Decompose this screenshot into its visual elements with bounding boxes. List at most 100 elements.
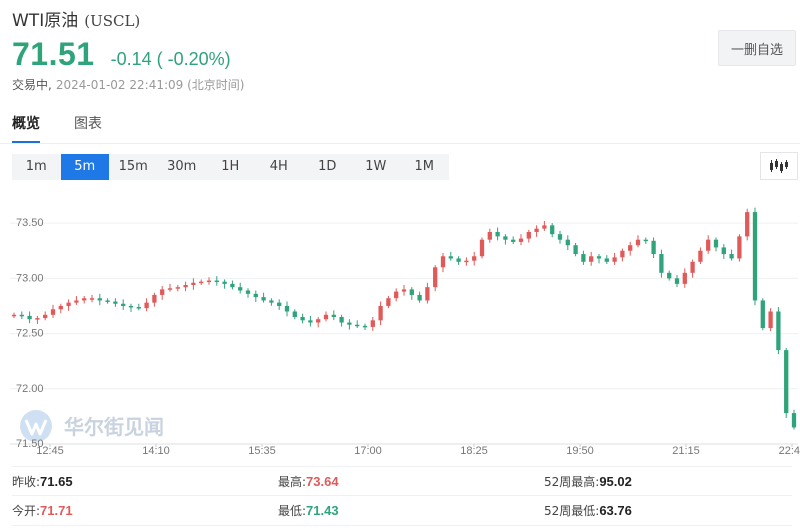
candle bbox=[308, 315, 313, 327]
y-tick-label: 73.00 bbox=[16, 272, 44, 284]
candle bbox=[97, 293, 102, 306]
candle bbox=[620, 248, 625, 262]
candle bbox=[362, 323, 368, 331]
candle bbox=[706, 235, 711, 254]
period-1d[interactable]: 1D bbox=[303, 154, 352, 180]
y-tick-label: 73.50 bbox=[16, 217, 44, 229]
candle bbox=[752, 207, 758, 306]
candle bbox=[277, 299, 282, 310]
candle bbox=[448, 251, 453, 261]
period-4h[interactable]: 4H bbox=[255, 154, 304, 180]
view-tabs: 概览 图表 bbox=[12, 114, 136, 144]
period-5m[interactable]: 5m bbox=[60, 154, 109, 180]
candle bbox=[713, 237, 719, 252]
period-15m[interactable]: 15m bbox=[109, 154, 158, 180]
x-tick-label: 18:25 bbox=[460, 445, 488, 457]
candle bbox=[238, 282, 243, 294]
candle bbox=[682, 268, 687, 288]
remove-favorite-button[interactable]: 一删自选 bbox=[718, 30, 796, 66]
candle bbox=[144, 298, 149, 312]
candle bbox=[674, 275, 680, 287]
candle bbox=[440, 252, 446, 273]
stat-prev-close: 昨收:71.65 bbox=[12, 473, 73, 489]
candle bbox=[113, 298, 118, 307]
candle bbox=[394, 288, 399, 302]
candle bbox=[729, 249, 734, 261]
x-tick-label: 17:00 bbox=[354, 445, 382, 457]
candle bbox=[409, 287, 414, 300]
candle bbox=[604, 255, 609, 264]
period-1w[interactable]: 1W bbox=[352, 154, 401, 180]
candle bbox=[331, 310, 336, 321]
y-tick-label: 72.50 bbox=[16, 328, 44, 340]
instrument-name: WTI原油 bbox=[12, 11, 79, 31]
candle bbox=[573, 243, 578, 257]
tab-overview[interactable]: 概览 bbox=[12, 114, 40, 144]
candle bbox=[425, 282, 430, 304]
period-1m[interactable]: 1m bbox=[12, 154, 61, 180]
candle bbox=[245, 288, 251, 298]
stat-low: 最低:71.43 bbox=[278, 503, 339, 518]
tab-chart[interactable]: 图表 bbox=[74, 114, 102, 144]
trading-status: 交易中, 2024-01-02 22:41:09 (北京时间) bbox=[12, 76, 244, 93]
candle bbox=[464, 257, 469, 266]
candle bbox=[589, 251, 594, 266]
candlestick-icon bbox=[770, 159, 788, 173]
candle bbox=[253, 290, 258, 302]
candle bbox=[292, 309, 297, 320]
candle bbox=[557, 230, 563, 244]
candle bbox=[596, 254, 602, 264]
candle bbox=[128, 303, 134, 312]
candle bbox=[183, 281, 188, 292]
candle bbox=[784, 347, 789, 418]
candle bbox=[160, 286, 165, 300]
stat-52w-high: 52周最高:95.02 bbox=[544, 473, 632, 489]
price-change: -0.14 ( -0.20%) bbox=[110, 49, 231, 69]
instrument-code: (USCL) bbox=[84, 12, 141, 30]
quote-timestamp: 2024-01-02 22:41:09 (北京时间) bbox=[55, 78, 245, 92]
candle bbox=[760, 298, 765, 331]
candle bbox=[58, 303, 63, 314]
candle bbox=[378, 301, 383, 326]
candle bbox=[105, 298, 110, 304]
candle bbox=[66, 299, 71, 311]
last-price: 71.51 bbox=[12, 36, 95, 72]
candle bbox=[214, 276, 219, 286]
period-selector: 1m 5m 15m 30m 1H 4H 1D 1W 1M bbox=[12, 154, 449, 180]
candle bbox=[35, 315, 40, 325]
candle bbox=[370, 317, 375, 331]
candle bbox=[651, 237, 656, 259]
status-label: 交易中, bbox=[12, 78, 52, 92]
period-1mo[interactable]: 1M bbox=[400, 154, 449, 180]
candle bbox=[737, 234, 742, 262]
price-chart[interactable]: 华尔街见闻 73.5073.0072.5072.0071.5012:45 14:1… bbox=[0, 186, 800, 458]
period-30m[interactable]: 30m bbox=[158, 154, 207, 180]
x-tick-label: 21:15 bbox=[672, 445, 700, 457]
y-tick-label: 72.00 bbox=[16, 383, 44, 395]
candle bbox=[401, 284, 407, 296]
stat-high: 最高:73.64 bbox=[278, 473, 339, 489]
candle bbox=[791, 409, 797, 430]
candle bbox=[745, 208, 750, 241]
stats-row: 今开:71.71 最低:71.43 52周最低:63.76 bbox=[12, 496, 792, 526]
candle bbox=[667, 270, 672, 281]
candle bbox=[50, 304, 56, 318]
candle bbox=[339, 314, 344, 327]
candle bbox=[355, 320, 360, 329]
candle bbox=[698, 247, 703, 264]
stats-row: 昨收:71.65 最高:73.64 52周最高:95.02 bbox=[12, 466, 792, 496]
candle bbox=[316, 317, 321, 328]
period-1h[interactable]: 1H bbox=[206, 154, 255, 180]
candle bbox=[479, 237, 485, 259]
candle bbox=[550, 223, 555, 238]
x-tick-label: 22:4 bbox=[779, 445, 800, 457]
candle bbox=[635, 235, 641, 248]
x-tick-label: 14:10 bbox=[142, 445, 170, 457]
chart-type-button[interactable] bbox=[760, 152, 798, 180]
candle bbox=[487, 228, 492, 243]
candle bbox=[721, 244, 726, 259]
candle bbox=[43, 311, 48, 321]
stat-open: 今开:71.71 bbox=[12, 503, 73, 518]
candle bbox=[386, 296, 391, 309]
candle bbox=[175, 284, 180, 292]
